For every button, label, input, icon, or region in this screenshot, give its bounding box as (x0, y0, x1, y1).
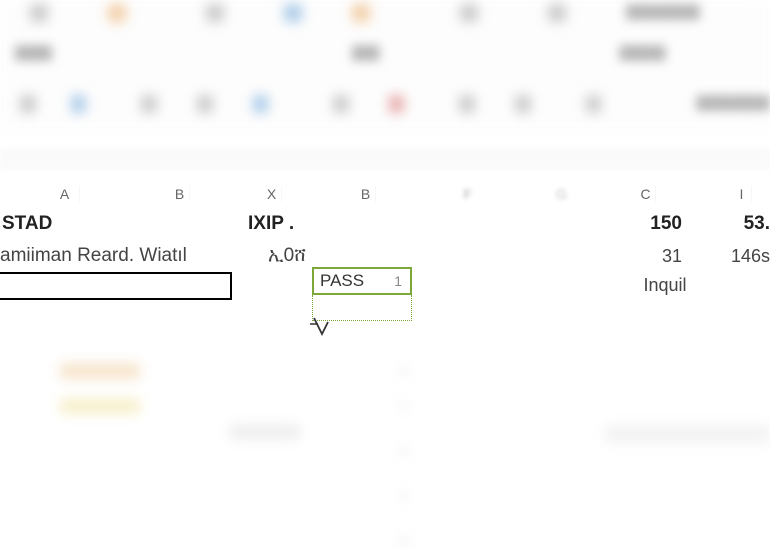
spreadsheet-grid[interactable]: STAD IXIP . 150 53. amiiman Reard. Wiatı… (0, 208, 770, 518)
sparkline-cursor-icon (308, 316, 336, 338)
col-header-g[interactable]: G (552, 186, 572, 202)
cell-c1[interactable]: 150 (600, 208, 690, 240)
active-cell-value: PASS (320, 271, 364, 291)
col-header-bb[interactable]: B (356, 186, 376, 202)
cell-i2[interactable]: 146s (700, 240, 770, 272)
col-header-f[interactable]: F (458, 186, 478, 202)
active-cell[interactable]: PASS 1 (312, 267, 412, 295)
blurred-lower-rows: 0 0 0 0 0 (0, 333, 770, 518)
toolbar-row-1: ████████ (0, 4, 770, 24)
cell-x1[interactable]: IXIP . (248, 208, 294, 240)
col-header-i[interactable]: I (732, 186, 752, 202)
column-headers: A B X B F G C I (0, 186, 770, 208)
toolbar-row-2: ████ ███ █████ (0, 45, 770, 67)
cell-a1[interactable]: STAD (0, 208, 130, 240)
toolbar-row-3: ████████ (0, 95, 770, 117)
cell-x2[interactable]: ኢ0ሸ (232, 240, 312, 272)
col-header-b[interactable]: B (170, 186, 190, 202)
cell-i1[interactable]: 53. (700, 208, 770, 240)
col-header-c[interactable]: C (636, 186, 656, 202)
name-box-row (0, 148, 770, 170)
col-header-a[interactable]: A (50, 186, 80, 202)
cell-c2[interactable]: 31 (600, 240, 690, 272)
col-header-x[interactable]: X (262, 186, 282, 202)
selection-border (0, 272, 232, 300)
cell-c3[interactable]: Inquil (620, 270, 710, 300)
cell-a2[interactable]: amiiman Reard. Wiatıl (0, 240, 230, 272)
active-cell-suffix: 1 (394, 273, 402, 289)
